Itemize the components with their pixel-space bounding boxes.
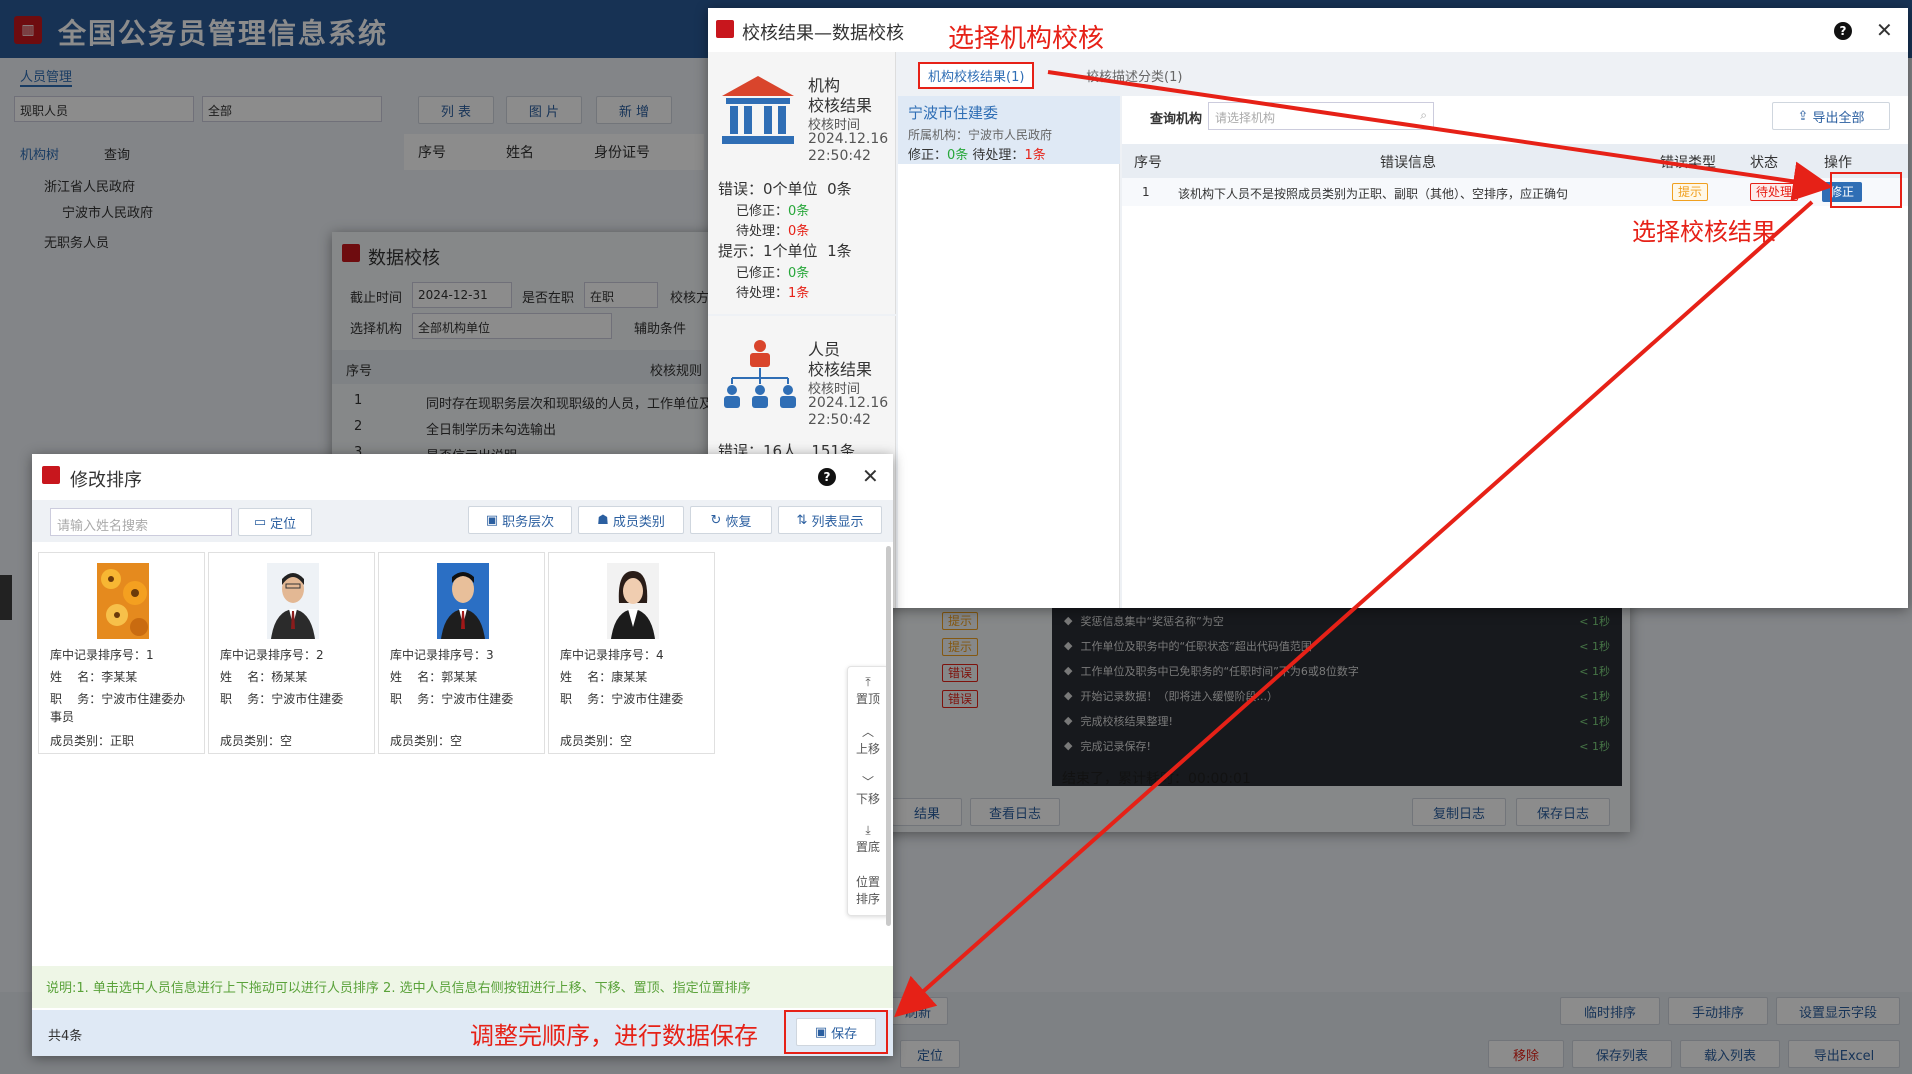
post-level-button[interactable]: ▣ 职务层次 bbox=[468, 506, 572, 534]
org-card-tip: 提示：1个单位 1条 bbox=[718, 242, 852, 260]
annot-select-org: 选择机构校核 bbox=[948, 24, 1105, 54]
move-up-button[interactable]: ︿ 上移 bbox=[848, 715, 888, 765]
query-label: 查询机构 bbox=[1150, 112, 1203, 127]
org-card-date: 2024.12.16 bbox=[808, 131, 889, 147]
org-item-name: 宁波市住建委 bbox=[908, 104, 999, 122]
move-top-button[interactable]: ⤒ 置顶 bbox=[848, 667, 888, 715]
status-pending-tag: 待处理 bbox=[1750, 183, 1799, 201]
org-card-err-pending: 待处理：0条 bbox=[736, 224, 810, 239]
arrow-bottom-icon: ⤓ bbox=[865, 823, 871, 837]
person-photo bbox=[267, 563, 319, 639]
person-card-1[interactable]: 库中记录排序号：1 姓 名：李某某 职 务：宁波市住建委办 事员 成员类别：正职 bbox=[38, 552, 205, 754]
org-card-tip-fixed: 已修正：0条 bbox=[736, 266, 810, 281]
locate-icon: ▭ bbox=[253, 514, 267, 530]
move-down-button[interactable]: ﹀ 下移 bbox=[848, 765, 888, 815]
person-photo bbox=[437, 563, 489, 639]
org-card-err-fixed: 已修正：0条 bbox=[736, 204, 810, 219]
hierarchy-icon: ▣ bbox=[485, 512, 499, 528]
sort-note: 说明:1. 单击选中人员信息进行上下拖动可以进行人员排序 2. 选中人员信息右侧… bbox=[32, 966, 893, 1008]
export-all-button[interactable]: ⇪ 导出全部 bbox=[1772, 102, 1890, 130]
move-bottom-button[interactable]: ⤓ 置底 bbox=[848, 815, 888, 865]
person-card-title2: 校核结果 bbox=[808, 360, 873, 379]
result-title: 校核结果—数据校核 bbox=[742, 23, 904, 44]
arrow-top-icon: ⤒ bbox=[865, 675, 871, 689]
sort-icon: ⇅ bbox=[796, 512, 808, 528]
list-display-button[interactable]: ⇅ 列表显示 bbox=[778, 506, 882, 534]
annot-save: 调整完顺序，进行数据保存 bbox=[470, 1022, 758, 1050]
error-table-header: 序号 错误信息 错误类型 状态 操作 bbox=[1122, 144, 1908, 178]
save-button[interactable]: ▣ 保存 bbox=[796, 1018, 876, 1046]
left-edge-handle[interactable] bbox=[0, 575, 12, 620]
person-card-4[interactable]: 库中记录排序号：4 姓 名：康某某 职 务：宁波市住建委 成员类别：空 bbox=[548, 552, 715, 754]
error-row-1[interactable]: 1 该机构下人员不是按照成员类别为正职、副职（其他）、空排序，应正确句 提示 待… bbox=[1122, 178, 1908, 206]
org-card-title2: 校核结果 bbox=[808, 96, 873, 115]
sort-footer bbox=[32, 1010, 893, 1056]
flower-photo bbox=[97, 563, 149, 639]
org-card-tip-pending: 待处理：1条 bbox=[736, 286, 810, 301]
org-list-panel bbox=[898, 96, 1120, 608]
person-card-3[interactable]: 库中记录排序号：3 姓 名：郭某某 职 务：宁波市住建委 成员类别：空 bbox=[378, 552, 545, 754]
org-card-time: 22:50:42 bbox=[808, 148, 871, 164]
result-tabbar bbox=[898, 52, 1908, 96]
type-tip-tag: 提示 bbox=[1672, 183, 1709, 201]
org-item-status: 修正：0条 待处理：1条 bbox=[908, 148, 1046, 163]
side-move-panel: ⤒ 置顶 ︿ 上移 ﹀ 下移 ⤓ 置底 位置排序 bbox=[847, 666, 889, 916]
help-icon[interactable]: ? bbox=[1834, 22, 1852, 40]
person-card-2[interactable]: 库中记录排序号：2 姓 名：杨某某 职 务：宁波市住建委 成员类别：空 bbox=[208, 552, 375, 754]
org-card-error: 错误：0个单位 0条 bbox=[718, 180, 852, 198]
person-photo bbox=[607, 563, 659, 639]
member-type-button[interactable]: ☗ 成员类别 bbox=[578, 506, 684, 534]
people-icon: ☗ bbox=[597, 512, 609, 528]
chevron-down-icon: ﹀ bbox=[861, 775, 874, 789]
locate-button[interactable]: ▭ 定位 bbox=[238, 508, 312, 536]
position-sort-button[interactable]: 位置排序 bbox=[848, 865, 888, 915]
restore-button[interactable]: ↻ 恢复 bbox=[690, 506, 772, 534]
close-icon[interactable]: ✕ bbox=[1876, 18, 1893, 42]
org-item-parent: 所属机构：宁波市人民政府 bbox=[908, 128, 1053, 142]
result-logo-icon bbox=[716, 20, 734, 38]
tab-description[interactable]: 校核描述分类(1) bbox=[1086, 66, 1182, 85]
fix-highlight bbox=[1830, 172, 1902, 208]
chevron-up-icon: ︿ bbox=[861, 725, 874, 739]
query-search-icon: ⌕ bbox=[1420, 108, 1427, 122]
org-result-card[interactable]: 机构 校核结果 校核时间 2024.12.16 22:50:42 错误：0个单位… bbox=[708, 52, 896, 314]
refresh-icon: ↻ bbox=[710, 512, 722, 528]
sort-close-icon[interactable]: ✕ bbox=[862, 464, 879, 488]
name-search-input[interactable]: 请输入姓名搜索 bbox=[50, 508, 232, 536]
sort-help-icon[interactable]: ? bbox=[818, 468, 836, 486]
query-org-input[interactable]: 请选择机构 ⌕ bbox=[1208, 102, 1434, 130]
person-card-date: 2024.12.16 bbox=[808, 395, 889, 411]
org-list-item[interactable]: 宁波市住建委 所属机构：宁波市人民政府 修正：0条 待处理：1条 bbox=[898, 96, 1120, 164]
save-icon: ▣ bbox=[814, 1024, 828, 1040]
org-chart-people-icon bbox=[724, 340, 796, 408]
sort-logo-icon bbox=[42, 466, 60, 484]
sort-scrollbar[interactable] bbox=[886, 546, 891, 926]
upload-icon: ⇪ bbox=[1797, 108, 1809, 124]
annot-select-result: 选择校核结果 bbox=[1632, 218, 1776, 246]
tab-org-result[interactable]: 机构校核结果(1) bbox=[918, 62, 1035, 89]
record-count: 共4条 bbox=[48, 1029, 83, 1044]
sort-title: 修改排序 bbox=[70, 470, 142, 491]
government-building-icon bbox=[722, 76, 794, 144]
person-card-time: 22:50:42 bbox=[808, 412, 871, 428]
